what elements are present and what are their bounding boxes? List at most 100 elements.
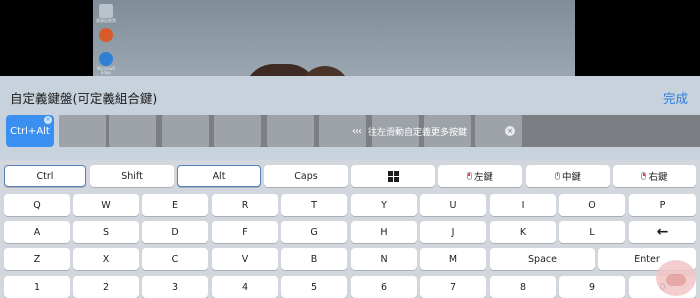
watermark-logo (656, 260, 696, 296)
key-d[interactable]: D (142, 221, 208, 243)
key-1[interactable]: 1 (4, 276, 70, 298)
key-label: Y (381, 199, 387, 211)
desktop-icon-label: Microsoft Edge (96, 66, 116, 75)
key-label: 5 (310, 281, 318, 293)
key-r[interactable]: R (212, 194, 278, 216)
key-a[interactable]: A (4, 221, 70, 243)
key-label: R (241, 199, 249, 211)
key-6[interactable]: 6 (351, 276, 417, 298)
edge-icon[interactable] (99, 52, 113, 66)
key-f[interactable]: F (212, 221, 278, 243)
windows-key[interactable] (351, 165, 435, 187)
app-shortcut-icon[interactable] (99, 28, 113, 42)
key-label: E (171, 199, 178, 211)
key-label: Shift (121, 170, 143, 182)
key-label: J (451, 226, 455, 238)
key-label: D (171, 226, 179, 238)
virtual-keyboard: Ctrl Shift Alt Caps 左鍵 中鍵 右鍵 Q W E R T Y… (0, 160, 700, 298)
done-button[interactable]: 完成 (663, 88, 688, 107)
key-label: B (310, 253, 318, 265)
key-t[interactable]: T (281, 194, 347, 216)
key-label: W (101, 199, 111, 211)
backspace-arrow-icon: ← (656, 224, 669, 240)
right-click-key[interactable]: 右鍵 (613, 165, 696, 187)
key-label: N (380, 253, 388, 265)
key-s[interactable]: S (73, 221, 139, 243)
key-label: U (449, 199, 457, 211)
combo-key-ctrl-alt[interactable]: Ctrl+Alt × (6, 115, 54, 147)
key-label: L (589, 226, 595, 238)
key-e[interactable]: E (142, 194, 208, 216)
key-n[interactable]: N (351, 248, 417, 270)
desktop-wallpaper (93, 0, 575, 76)
key-label: 1 (33, 281, 41, 293)
key-b[interactable]: B (281, 248, 347, 270)
key-label: 中鍵 (561, 172, 581, 183)
middle-click-key[interactable]: 中鍵 (526, 165, 610, 187)
empty-key-slot[interactable] (214, 115, 261, 147)
mouse-middle-icon (554, 172, 560, 180)
chevron-left-icon: ‹‹‹ (352, 125, 362, 137)
left-click-key[interactable]: 左鍵 (438, 165, 522, 187)
custom-key-slots[interactable]: ‹‹‹ 往左滑動自定義更多按鍵 × (59, 115, 700, 147)
combo-key-label: Ctrl+Alt (10, 125, 50, 137)
key-label: Q (33, 199, 41, 211)
key-7[interactable]: 7 (420, 276, 486, 298)
key-p[interactable]: P (629, 194, 696, 216)
key-4[interactable]: 4 (212, 276, 278, 298)
key-q[interactable]: Q (4, 194, 70, 216)
key-o[interactable]: O (559, 194, 625, 216)
key-w[interactable]: W (73, 194, 139, 216)
key-9[interactable]: 9 (559, 276, 625, 298)
caps-key[interactable]: Caps (264, 165, 348, 187)
key-label: 8 (519, 281, 527, 293)
key-c[interactable]: C (142, 248, 208, 270)
alt-key[interactable]: Alt (177, 165, 261, 187)
key-g[interactable]: G (281, 221, 347, 243)
key-label: 右鍵 (648, 172, 668, 183)
key-5[interactable]: 5 (281, 276, 347, 298)
key-h[interactable]: H (351, 221, 417, 243)
key-m[interactable]: M (420, 248, 486, 270)
key-8[interactable]: 8 (490, 276, 556, 298)
key-label: X (102, 253, 110, 265)
key-label: 6 (380, 281, 388, 293)
clear-icon[interactable]: × (505, 126, 515, 136)
key-label: F (242, 226, 248, 238)
recycle-bin-icon[interactable] (99, 4, 113, 18)
key-u[interactable]: U (420, 194, 486, 216)
key-label: 左鍵 (473, 172, 493, 183)
key-label: 7 (449, 281, 457, 293)
key-y[interactable]: Y (351, 194, 417, 216)
remove-icon[interactable]: × (44, 116, 52, 124)
ctrl-key[interactable]: Ctrl (4, 165, 86, 187)
key-v[interactable]: V (212, 248, 278, 270)
key-l[interactable]: L (559, 221, 625, 243)
key-label: Alt (212, 170, 226, 182)
key-label: C (171, 253, 179, 265)
key-label: Enter (634, 253, 660, 265)
key-label: G (310, 226, 318, 238)
backspace-key[interactable]: ← (629, 221, 696, 243)
custom-keyboard-panel: 自定義鍵盤(可定義組合鍵) 完成 Ctrl+Alt × ‹‹‹ 往左滑動自定義更… (0, 76, 700, 160)
mouse-left-icon (466, 172, 472, 180)
key-label: O (588, 199, 596, 211)
key-z[interactable]: Z (4, 248, 70, 270)
key-label: A (33, 226, 41, 238)
mouse-right-icon (641, 172, 647, 180)
empty-key-slot[interactable] (162, 115, 209, 147)
key-2[interactable]: 2 (73, 276, 139, 298)
key-k[interactable]: K (490, 221, 556, 243)
empty-key-slot[interactable] (59, 115, 106, 147)
key-label: 9 (588, 281, 596, 293)
key-j[interactable]: J (420, 221, 486, 243)
empty-key-slot[interactable] (109, 115, 156, 147)
shift-key[interactable]: Shift (90, 165, 174, 187)
space-key[interactable]: Space (490, 248, 595, 270)
empty-key-slot[interactable] (267, 115, 314, 147)
remote-desktop-view[interactable]: 資源回收筒 Microsoft Edge (0, 0, 700, 76)
key-i[interactable]: I (490, 194, 556, 216)
panel-title: 自定義鍵盤(可定義組合鍵) (10, 91, 158, 106)
key-3[interactable]: 3 (142, 276, 208, 298)
key-x[interactable]: X (73, 248, 139, 270)
